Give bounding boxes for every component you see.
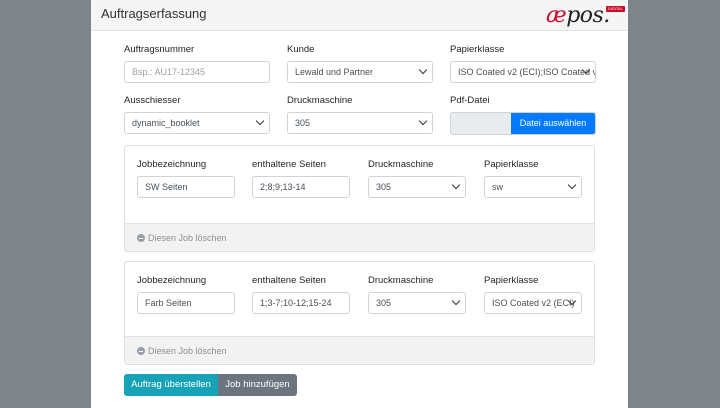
enthaltene-seiten-label: enthaltene Seiten [252, 275, 326, 286]
choose-file-button[interactable]: Datei auswählen [511, 113, 595, 134]
add-job-button[interactable]: Job hinzufügen [218, 374, 297, 396]
kunde-label: Kunde [287, 44, 315, 55]
auftragsnummer-label: Auftragsnummer [124, 44, 195, 55]
delete-job-link[interactable]: Diesen Job löschen [137, 233, 227, 243]
modal-title: Auftragserfassung [101, 6, 207, 21]
job-druckmaschine-select[interactable]: 305 [368, 176, 466, 198]
job-papierklasse-select[interactable]: sw [484, 176, 582, 198]
order-modal: Auftragserfassung æpos. DIGITAL Auftrags… [91, 0, 628, 408]
delete-job-link[interactable]: Diesen Job löschen [137, 346, 227, 356]
chevron-down-icon [451, 180, 461, 190]
enthaltene-seiten-input[interactable]: 2;8;9;13-14 [252, 176, 350, 198]
chevron-down-icon [451, 296, 461, 306]
minus-circle-icon [137, 234, 145, 242]
ausschiesser-label: Ausschiesser [124, 95, 181, 106]
job-druckmaschine-select[interactable]: 305 [368, 292, 466, 314]
jobbezeichnung-input[interactable]: SW Seiten [137, 176, 235, 198]
job-card: Jobbezeichnung Farb Seiten enthaltene Se… [124, 261, 595, 365]
job-papierklasse-label: Papierklasse [484, 275, 539, 286]
auftragsnummer-input[interactable]: Bsp.: AU17-12345 [124, 61, 270, 83]
kunde-select[interactable]: Lewald und Partner [287, 61, 433, 83]
pdf-file-input[interactable]: Datei auswählen [450, 112, 596, 135]
job-druckmaschine-label: Druckmaschine [368, 275, 434, 286]
job-card-footer: Diesen Job löschen [125, 223, 594, 251]
job-papierklasse-select[interactable]: ISO Coated v2 (ECI) [484, 292, 582, 314]
chevron-down-icon [255, 116, 265, 126]
chevron-down-icon [418, 65, 428, 75]
jobbezeichnung-label: Jobbezeichnung [137, 275, 207, 286]
job-card: Jobbezeichnung SW Seiten enthaltene Seit… [124, 145, 595, 252]
enthaltene-seiten-input[interactable]: 1;3-7;10-12;15-24 [252, 292, 350, 314]
chevron-down-icon [418, 116, 428, 126]
aepos-logo: æpos. DIGITAL [546, 3, 625, 28]
ausschiesser-select[interactable]: dynamic_booklet [124, 112, 270, 134]
papierklasse-select[interactable]: ISO Coated v2 (ECI);ISO Coated v2 300% (… [450, 61, 596, 83]
job-card-footer: Diesen Job löschen [125, 336, 594, 364]
job-druckmaschine-label: Druckmaschine [368, 159, 434, 170]
druckmaschine-select[interactable]: 305 [287, 112, 433, 134]
druckmaschine-label: Druckmaschine [287, 95, 353, 106]
modal-header: Auftragserfassung æpos. DIGITAL [91, 0, 628, 31]
jobbezeichnung-input[interactable]: Farb Seiten [137, 292, 235, 314]
papierklasse-label: Papierklasse [450, 44, 505, 55]
job-papierklasse-label: Papierklasse [484, 159, 539, 170]
jobbezeichnung-label: Jobbezeichnung [137, 159, 207, 170]
enthaltene-seiten-label: enthaltene Seiten [252, 159, 326, 170]
chevron-down-icon [567, 180, 577, 190]
submit-order-button[interactable]: Auftrag überstellen [124, 374, 218, 396]
pdf-datei-label: Pdf-Datei [450, 95, 490, 106]
minus-circle-icon [137, 347, 145, 355]
